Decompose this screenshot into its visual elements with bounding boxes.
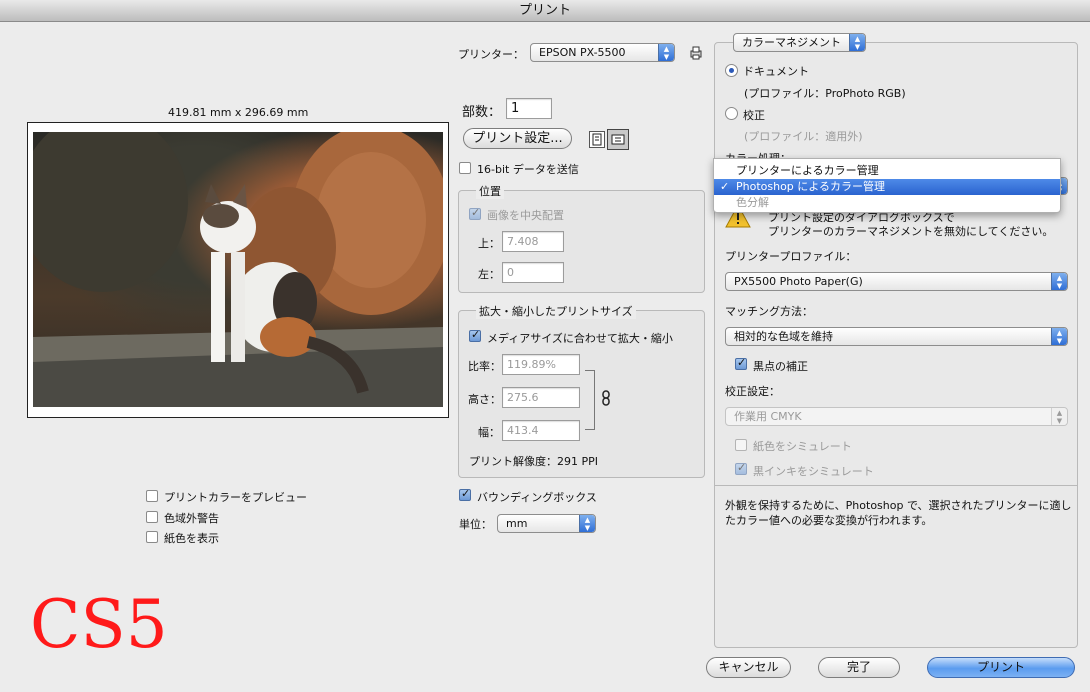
width-label: 幅： [478,426,500,439]
color-handling-menu: プリンターによるカラー管理 ✓ Photoshop によるカラー管理 色分解 [713,158,1061,213]
print-preview[interactable] [27,122,449,418]
proof-profile: (プロファイル：適用外) [744,130,863,143]
select-arrows-icon: ▲▼ [658,44,674,61]
simulate-black-label: 黒インキをシミュレート [753,465,874,478]
print-button[interactable]: プリント [927,657,1075,678]
width-input[interactable]: 413.4 [502,420,580,441]
scale-input[interactable]: 119.89% [502,354,580,375]
menu-item-label: Photoshop によるカラー管理 [736,180,885,193]
show-paper-white-checkbox[interactable] [146,531,158,543]
black-point-checkbox[interactable] [735,356,747,370]
color-management-select[interactable]: カラーマネジメント ▲ ▼ [733,33,866,52]
printer-profile-value: PX5500 Photo Paper(G) [734,275,863,288]
printer-profile-select[interactable]: PX5500 Photo Paper(G) ▲ ▼ [725,272,1068,291]
proof-setup-value: 作業用 CMYK [734,410,802,423]
menu-item-photoshop-manages[interactable]: ✓ Photoshop によるカラー管理 [714,179,1060,195]
print-resolution: プリント解像度：291 PPI [469,455,599,468]
height-label: 高さ： [468,393,501,406]
copies-input[interactable]: 1 [506,98,552,119]
landscape-orientation-icon[interactable] [607,129,629,150]
menu-item-printer-manages[interactable]: プリンターによるカラー管理 [714,163,1060,179]
portrait-orientation-icon[interactable] [589,131,605,148]
scale-label: 比率： [468,360,501,373]
black-point-label: 黒点の補正 [753,360,808,373]
gamut-warning-label: 色域外警告 [164,512,219,525]
bounding-box-label: バウンディングボックス [477,491,597,504]
select-arrows-icon: ▲▼ [1051,328,1067,345]
simulate-black-checkbox[interactable] [735,461,747,475]
link-bracket [585,370,595,430]
matching-label: マッチング方法： [725,305,813,318]
color-management-select-value: カラーマネジメント [742,36,841,49]
checkmark-icon: ✓ [720,180,730,193]
proof-label: 校正 [743,109,765,122]
select-arrows-icon: ▲▼ [1051,273,1067,290]
preview-image [33,132,443,407]
gamut-warning-checkbox[interactable] [146,511,158,523]
done-button[interactable]: 完了 [818,657,900,678]
simulate-paper-label: 紙色をシミュレート [753,440,852,453]
printer-select-value: EPSON PX-5500 [539,46,626,59]
preview-dimensions: 419.81 mm x 296.69 mm [168,106,309,119]
left-input[interactable]: 0 [502,262,564,283]
send-16bit-checkbox[interactable] [459,162,471,174]
warning-line2: プリンターのカラーマネジメントを無効にしてください。 [768,225,1054,238]
printer-select[interactable]: EPSON PX-5500 ▲ ▼ [530,43,675,62]
rendering-intent-select[interactable]: 相対的な色域を維持 ▲ ▼ [725,327,1068,346]
rendering-intent-value: 相対的な色域を維持 [734,330,833,343]
printer-profile-label: プリンタープロファイル： [725,250,857,263]
units-select-value: mm [506,517,528,530]
top-input[interactable]: 7.408 [502,231,564,252]
center-image-label: 画像を中央配置 [487,209,564,222]
simulate-paper-checkbox[interactable] [735,439,747,451]
select-arrows-icon: ▲▼ [579,515,595,532]
proof-radio[interactable] [725,107,738,120]
chain-link-icon[interactable] [601,390,611,406]
preview-print-colors-checkbox[interactable] [146,490,158,502]
document-radio[interactable] [725,64,738,77]
show-paper-white-label: 紙色を表示 [164,532,219,545]
menu-item-label: プリンターによるカラー管理 [736,164,879,177]
copies-label: 部数： [462,105,502,120]
menu-item-label: 色分解 [736,196,769,209]
position-group-title: 位置 [476,183,504,199]
divider [714,485,1078,486]
description-line2: たカラー値への必要な変換が行われます。 [725,514,933,527]
cs5-overlay-text: CS5 [30,586,168,663]
printer-setup-icon[interactable] [689,46,703,60]
select-arrows-icon: ▲▼ [1051,408,1067,425]
document-label: ドキュメント [743,65,809,78]
bounding-box-checkbox[interactable] [459,487,471,501]
units-select[interactable]: mm ▲ ▼ [497,514,596,533]
window-title: プリント [0,0,1090,22]
printer-label: プリンター： [458,48,524,61]
proof-setup-select[interactable]: 作業用 CMYK ▲ ▼ [725,407,1068,426]
print-settings-button[interactable]: プリント設定... [463,128,572,149]
proof-setup-label: 校正設定： [725,385,780,398]
send-16bit-label: 16-bit データを送信 [477,163,579,176]
height-input[interactable]: 275.6 [502,387,580,408]
select-arrows-icon: ▲▼ [849,34,865,51]
menu-item-separations[interactable]: 色分解 [714,195,1060,211]
document-profile: (プロファイル：ProPhoto RGB) [744,87,906,100]
top-label: 上： [478,237,500,250]
fit-media-checkbox[interactable] [469,328,481,342]
left-label: 左： [478,268,500,281]
fit-media-label: メディアサイズに合わせて拡大・縮小 [487,332,673,345]
scaled-size-group-title: 拡大・縮小したプリントサイズ [476,303,636,319]
description-line1: 外観を保持するために、Photoshop で、選択されたプリンターに適し [725,499,1072,512]
preview-print-colors-label: プリントカラーをプレビュー [164,491,307,504]
center-image-checkbox[interactable] [469,206,481,220]
units-label: 単位： [459,518,492,531]
cancel-button[interactable]: キャンセル [706,657,791,678]
